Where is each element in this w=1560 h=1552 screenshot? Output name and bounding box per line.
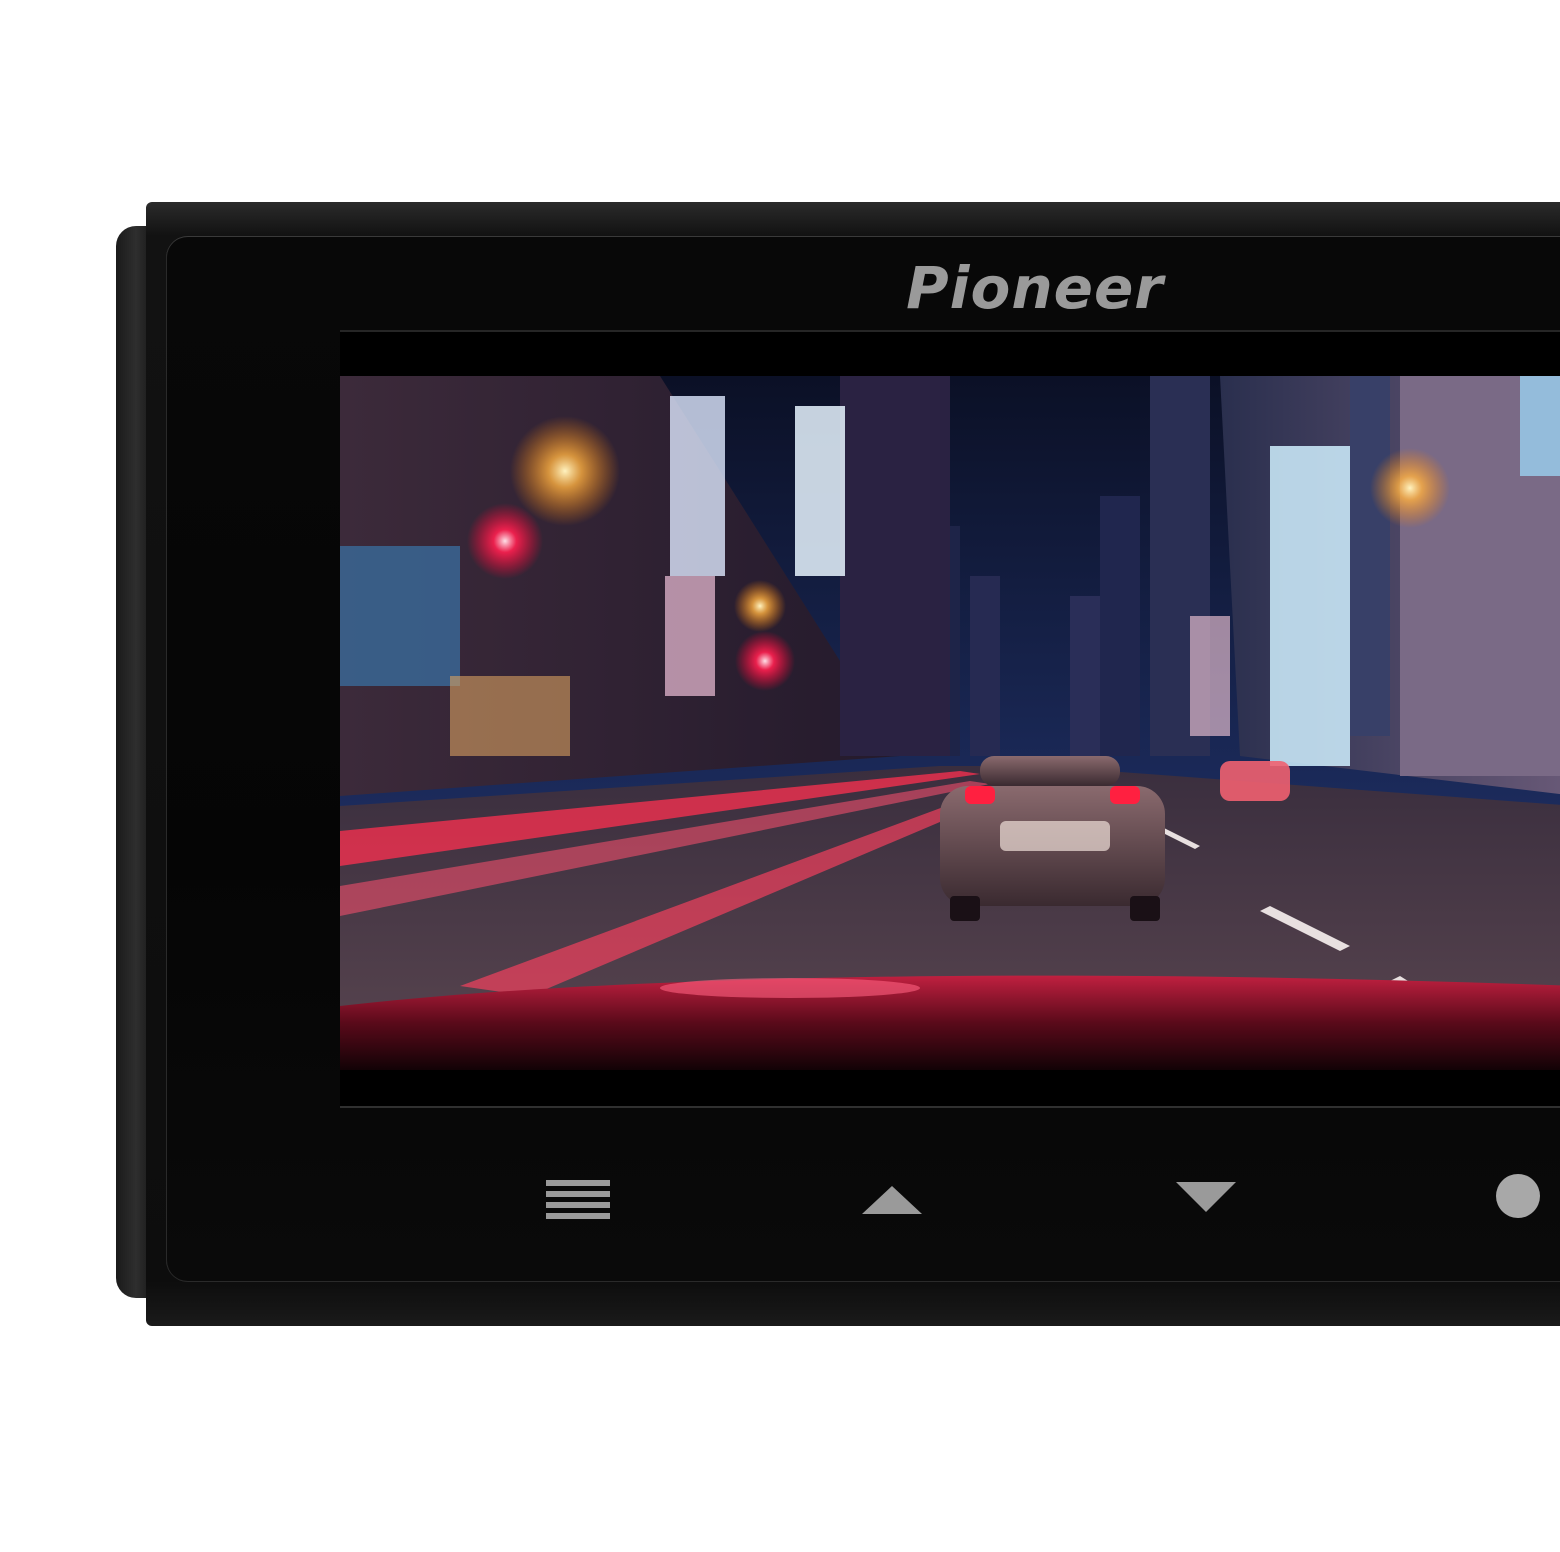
record-button[interactable] (1484, 1162, 1554, 1232)
down-button[interactable] (1164, 1166, 1248, 1226)
triangle-up-icon (862, 1186, 922, 1214)
triangle-down-icon (1176, 1182, 1236, 1212)
record-dot-icon (1496, 1174, 1540, 1218)
brand-logo: Pioneer (906, 254, 1164, 322)
menu-button[interactable] (536, 1170, 620, 1230)
up-button[interactable] (850, 1170, 934, 1230)
dashcam-screen (340, 376, 1560, 1070)
city-street-scene (340, 376, 1560, 1070)
